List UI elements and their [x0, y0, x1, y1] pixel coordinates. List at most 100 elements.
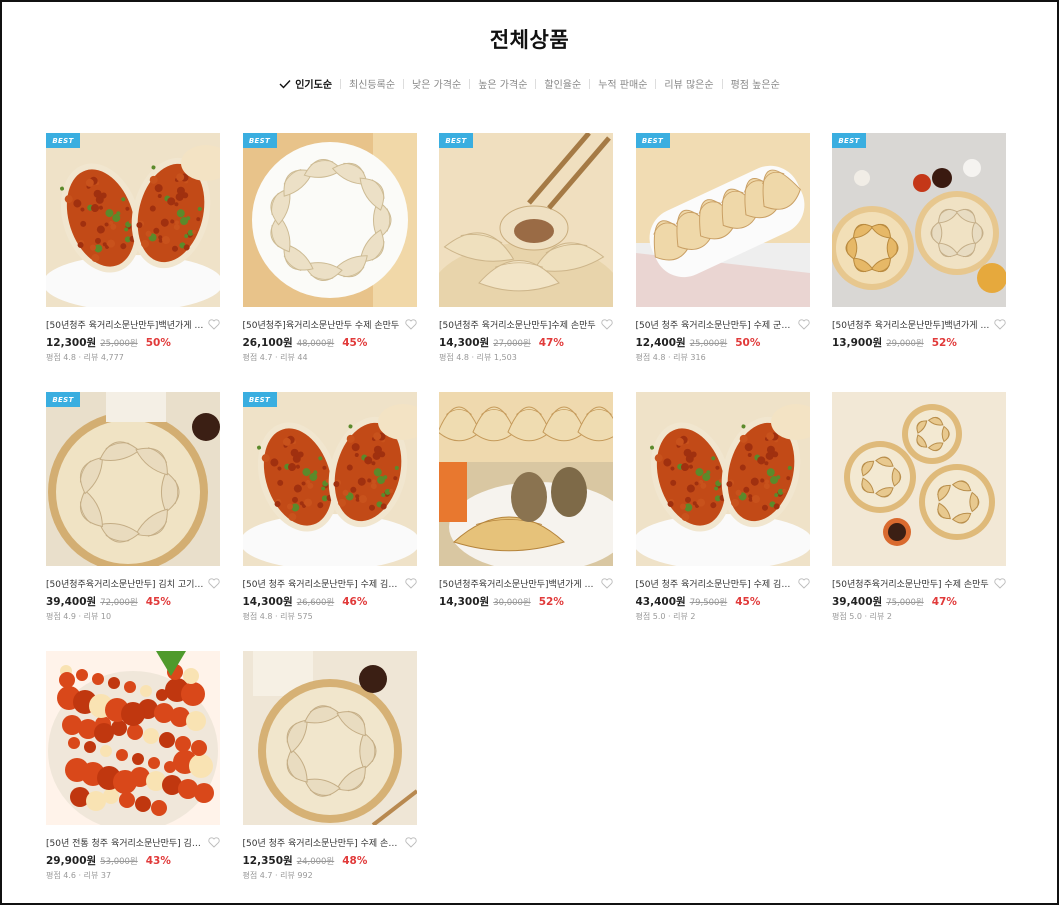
sort-option[interactable]: 리뷰 많은순	[656, 76, 721, 91]
product-name-row: [50년청주육거리소문난만두] 수제 손만두	[832, 577, 1006, 590]
product-card[interactable]: [50년청주육거리소문난만두]백년가게 군만두 14,300원 30,000원 …	[439, 392, 613, 638]
product-rating: 평점 4.8	[439, 353, 469, 362]
product-name-row: [50년청주 육거리소문난만두]백년가게 만두	[832, 318, 1006, 331]
product-name[interactable]: [50년청주 육거리소문난만두]수제 손만두	[439, 318, 599, 331]
heart-icon[interactable]	[404, 318, 417, 330]
product-rating: 평점 5.0	[832, 612, 862, 621]
product-name-row: [50년 청주 육거리소문난만두] 수제 김치만두	[243, 577, 417, 590]
meta-separator: ·	[862, 612, 870, 621]
product-image[interactable]	[242, 651, 417, 825]
product-name-row: [50년 청주 육거리소문난만두] 수제 군만두	[636, 318, 810, 331]
sort-option[interactable]: 인기도순	[271, 76, 340, 91]
product-name[interactable]: [50년청주육거리소문난만두]백년가게 군만두	[439, 577, 599, 590]
product-card[interactable]: BEST [50년 청주 육거리소문난만두] 수제 군만두 12,400원 25…	[635, 133, 810, 379]
product-review-count: 리뷰 37	[83, 871, 112, 880]
product-photo	[439, 133, 613, 307]
check-icon	[279, 79, 291, 89]
sort-option[interactable]: 누적 판매순	[590, 76, 655, 91]
product-image[interactable]: BEST	[242, 392, 417, 566]
sort-option-label: 인기도순	[295, 80, 333, 91]
product-price-row: 14,300원 27,000원 47%	[439, 335, 613, 349]
product-review-count: 리뷰 44	[280, 353, 308, 362]
heart-icon[interactable]	[601, 318, 613, 330]
product-rating: 평점 4.8	[635, 353, 666, 362]
product-rating: 평점 4.6	[46, 871, 76, 880]
sort-option[interactable]: 최신등록순	[341, 76, 403, 91]
product-name[interactable]: [50년청주육거리소문난만두] 수제 손만두	[832, 577, 992, 590]
product-price-row: 29,900원 53,000원 43%	[46, 853, 220, 867]
product-image[interactable]: BEST	[46, 133, 220, 307]
product-image[interactable]: BEST	[242, 133, 417, 307]
product-name[interactable]: [50년 청주 육거리소문난만두] 수제 손만두	[243, 836, 403, 849]
product-photo	[46, 392, 220, 566]
product-meta: 평점 4.8 · 리뷰 316	[636, 352, 810, 363]
product-price-row: 39,400원 72,000원 45%	[46, 594, 220, 608]
best-badge: BEST	[832, 133, 866, 148]
sort-option-label: 할인율순	[544, 80, 582, 91]
product-name[interactable]: [50년청주육거리소문난만두] 김치 고기 만두	[46, 577, 206, 590]
sort-option-label: 리뷰 많은순	[664, 80, 714, 91]
product-name[interactable]: [50년 전통 청주 육거리소문난만두] 김치만두	[46, 836, 206, 849]
product-name-row: [50년 청주 육거리소문난만두] 수제 김치만두	[636, 577, 810, 590]
sort-option-label: 누적 판매순	[598, 80, 648, 91]
product-original-price: 24,000원	[296, 857, 335, 867]
product-image[interactable]: BEST	[439, 133, 613, 307]
product-image[interactable]: BEST	[832, 133, 1006, 307]
product-card[interactable]: BEST [50년 청주 육거리소문난만두] 수제 김치만두 14,300원 2…	[242, 392, 417, 638]
product-card[interactable]: BEST [50년청주 육거리소문난만두]백년가게 김치만두 12,300원 2…	[46, 133, 220, 379]
heart-icon[interactable]	[797, 577, 810, 589]
product-price-row: 14,300원 26,600원 46%	[243, 594, 417, 608]
best-badge: BEST	[242, 392, 277, 407]
product-card[interactable]: [50년 전통 청주 육거리소문난만두] 김치만두 29,900원 53,000…	[46, 651, 220, 897]
sort-options-bar: 인기도순 최신등록순 낮은 가격순 높은 가격순 할인율순 누적 판매순 리뷰 많은순 평점 …	[0, 76, 1059, 91]
best-badge: BEST	[439, 133, 473, 148]
heart-icon[interactable]	[601, 577, 613, 589]
product-original-price: 30,000원	[493, 598, 531, 608]
product-name[interactable]: [50년청주]육거리소문난만두 수제 손만두	[243, 318, 403, 331]
product-price: 14,300원	[439, 337, 490, 349]
product-name[interactable]: [50년 청주 육거리소문난만두] 수제 군만두	[636, 318, 796, 331]
product-name-row: [50년청주 육거리소문난만두]수제 손만두	[439, 318, 613, 331]
heart-icon[interactable]	[797, 318, 810, 330]
product-image[interactable]	[635, 392, 810, 566]
product-name[interactable]: [50년 청주 육거리소문난만두] 수제 김치만두	[243, 577, 403, 590]
product-card[interactable]: [50년 청주 육거리소문난만두] 수제 손만두 12,350원 24,000원…	[242, 651, 417, 897]
product-review-count: 리뷰 316	[673, 353, 706, 362]
product-name[interactable]: [50년청주 육거리소문난만두]백년가게 만두	[832, 318, 992, 331]
product-price-row: 26,100원 48,000원 45%	[243, 335, 417, 349]
heart-icon[interactable]	[208, 577, 220, 589]
product-name[interactable]: [50년청주 육거리소문난만두]백년가게 김치만두	[46, 318, 206, 331]
heart-icon[interactable]	[208, 836, 220, 848]
sort-option[interactable]: 낮은 가격순	[404, 76, 469, 91]
best-badge: BEST	[635, 133, 670, 148]
heart-icon[interactable]	[994, 577, 1006, 589]
sort-option[interactable]: 할인율순	[536, 76, 589, 91]
product-review-count: 리뷰 10	[83, 612, 112, 621]
product-review-count: 리뷰 2	[869, 612, 892, 621]
product-image[interactable]: BEST	[635, 133, 810, 307]
sort-option-label: 평점 높은순	[730, 80, 780, 91]
heart-icon[interactable]	[994, 318, 1006, 330]
product-card[interactable]: BEST [50년청주 육거리소문난만두]백년가게 만두 13,900원 29,…	[832, 133, 1006, 379]
product-card[interactable]: BEST [50년청주]육거리소문난만두 수제 손만두 26,100원 48,0…	[242, 133, 417, 379]
product-card[interactable]: [50년청주육거리소문난만두] 수제 손만두 39,400원 75,000원 4…	[832, 392, 1006, 638]
product-photo	[242, 392, 417, 566]
sort-option[interactable]: 평점 높은순	[723, 76, 788, 91]
meta-separator: ·	[665, 353, 674, 362]
product-card[interactable]: [50년 청주 육거리소문난만두] 수제 김치만두 43,400원 79,500…	[635, 392, 810, 638]
product-card[interactable]: BEST [50년청주육거리소문난만두] 김치 고기 만두 39,400원 72…	[46, 392, 220, 638]
meta-separator: ·	[76, 353, 84, 362]
product-photo	[242, 651, 417, 825]
page-title: 전체상품	[489, 28, 570, 52]
product-review-count: 리뷰 2	[673, 612, 696, 621]
sort-option[interactable]: 높은 가격순	[470, 76, 535, 91]
product-image[interactable]	[832, 392, 1006, 566]
product-name[interactable]: [50년 청주 육거리소문난만두] 수제 김치만두	[636, 577, 796, 590]
heart-icon[interactable]	[404, 836, 417, 848]
product-image[interactable]: BEST	[46, 392, 220, 566]
heart-icon[interactable]	[404, 577, 417, 589]
product-image[interactable]	[46, 651, 220, 825]
product-image[interactable]	[439, 392, 613, 566]
heart-icon[interactable]	[208, 318, 220, 330]
product-card[interactable]: BEST [50년청주 육거리소문난만두]수제 손만두 14,300원 27,0…	[439, 133, 613, 379]
